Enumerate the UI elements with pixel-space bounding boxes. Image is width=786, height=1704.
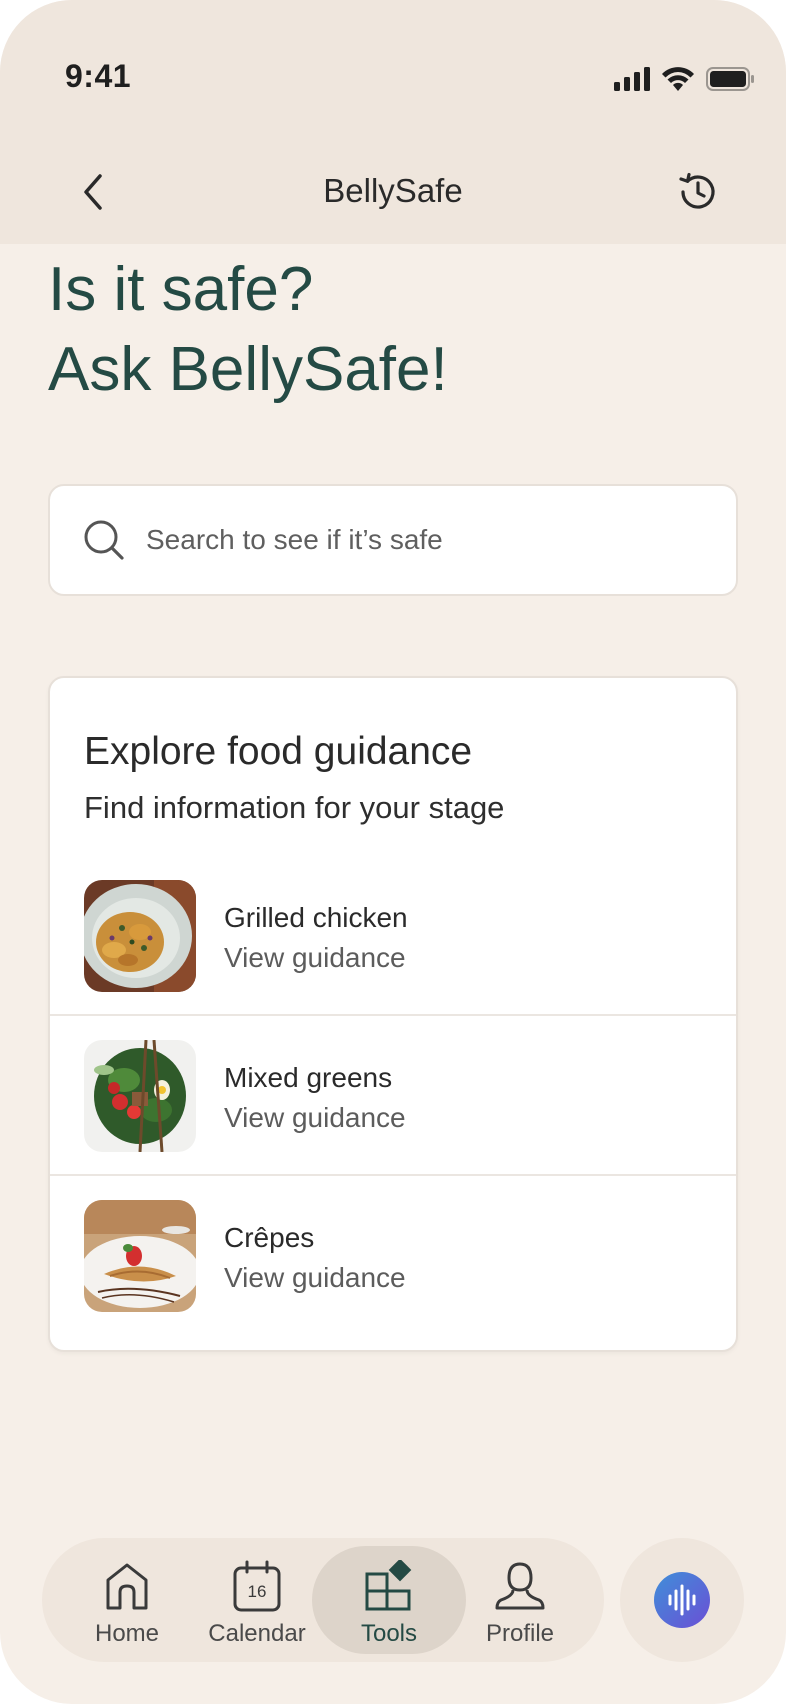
food-name: Grilled chicken [224, 902, 408, 933]
view-guidance-link[interactable]: View guidance [224, 942, 406, 974]
tab-label: Calendar [208, 1620, 306, 1647]
search-input[interactable]: Search to see if it’s safe [48, 484, 738, 596]
calendar-day: 16 [248, 1582, 267, 1601]
bottom-tab-bar: Home 16 Calendar Tools Profile [42, 1538, 604, 1662]
search-placeholder: Search to see if it’s safe [146, 524, 443, 555]
history-icon [679, 172, 715, 209]
tab-label: Profile [485, 1620, 555, 1647]
food-item-mixed-greens[interactable]: Mixed greens View guidance [50, 1014, 736, 1174]
tab-calendar[interactable]: 16 Calendar [187, 1538, 327, 1662]
profile-icon [495, 1562, 545, 1610]
food-guidance-card: Explore food guidance Find information f… [48, 676, 738, 1352]
food-item-crepes[interactable]: Crêpes View guidance [50, 1174, 736, 1334]
top-bar: 9:41 BellySafe [0, 0, 786, 244]
tab-home[interactable]: Home [57, 1538, 197, 1662]
status-icons [614, 62, 754, 96]
phone-screen: 9:41 BellySafe Is it safe? Ask BellySafe… [0, 0, 786, 1704]
home-icon [106, 1563, 148, 1610]
page-title: BellySafe [323, 172, 463, 209]
grilled-chicken-photo [84, 880, 196, 992]
food-name: Crêpes [224, 1222, 315, 1253]
tools-icon [365, 1560, 412, 1611]
card-subtitle: Find information for your stage [84, 790, 505, 825]
signal-icon [614, 67, 650, 91]
view-guidance-link[interactable]: View guidance [224, 1262, 406, 1294]
voice-waveform-icon [668, 1584, 696, 1616]
hero-heading: Is it safe? Ask BellySafe! [48, 250, 448, 410]
wifi-icon [662, 67, 694, 91]
hero-line-1: Is it safe? [48, 255, 314, 324]
mixed-greens-photo [84, 1040, 196, 1152]
crepes-photo [84, 1200, 196, 1312]
battery-icon [706, 67, 754, 91]
voice-button-circle [654, 1572, 710, 1628]
food-name: Mixed greens [224, 1062, 393, 1093]
tab-profile[interactable]: Profile [450, 1538, 590, 1662]
hero-line-2: Ask BellySafe! [48, 335, 448, 404]
calendar-icon: 16 [233, 1560, 281, 1612]
tab-tools[interactable]: Tools [312, 1546, 466, 1654]
tab-label: Home [94, 1620, 160, 1647]
view-guidance-link[interactable]: View guidance [224, 1102, 406, 1134]
status-time: 9:41 [65, 58, 132, 94]
voice-assistant-button[interactable] [620, 1538, 744, 1662]
search-icon [84, 520, 124, 560]
history-button[interactable] [674, 168, 722, 216]
tab-label: Tools [360, 1620, 418, 1647]
card-title: Explore food guidance [84, 730, 473, 773]
